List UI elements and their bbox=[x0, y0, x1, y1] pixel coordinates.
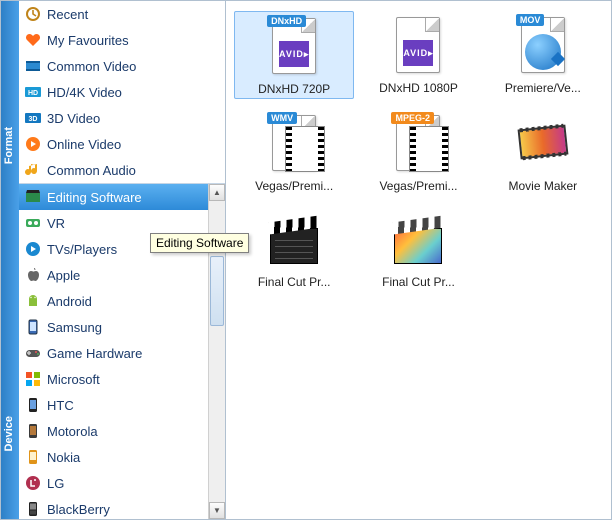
sidebar-item-label: Editing Software bbox=[47, 190, 142, 205]
audio-icon bbox=[25, 162, 41, 178]
format-item-label: Premiere/Ve... bbox=[505, 81, 581, 95]
format-thumb-icon: WMV bbox=[262, 111, 326, 175]
sidebar-item-label: BlackBerry bbox=[47, 502, 110, 517]
sidebar-item-label: Common Audio bbox=[47, 163, 136, 178]
sidebar-item-motorola[interactable]: Motorola bbox=[19, 418, 208, 444]
blackberry-icon bbox=[25, 501, 41, 517]
sidebar-item-microsoft[interactable]: Microsoft bbox=[19, 366, 208, 392]
sidebar-item-game-hardware[interactable]: Game Hardware bbox=[19, 340, 208, 366]
sidebar-item-label: Samsung bbox=[47, 320, 102, 335]
sidebar-item-label: HTC bbox=[47, 398, 74, 413]
apple-icon bbox=[25, 267, 41, 283]
format-item-label: Movie Maker bbox=[508, 179, 577, 193]
3d-icon: 3D bbox=[25, 110, 41, 126]
sidebar-item-lg[interactable]: LG bbox=[19, 470, 208, 496]
online-icon bbox=[25, 136, 41, 152]
scroll-thumb[interactable] bbox=[210, 256, 224, 326]
format-item-premiere-ve-[interactable]: MOV Premiere/Ve... bbox=[483, 11, 603, 99]
scroll-up-button[interactable]: ▲ bbox=[209, 184, 225, 201]
format-item-dnxhd-720p[interactable]: AVID▸DNxHD DNxHD 720P bbox=[234, 11, 354, 99]
sidebar-item-recent[interactable]: Recent bbox=[19, 1, 225, 27]
sidebar-item-editing-software[interactable]: Editing Software bbox=[19, 184, 208, 210]
vr-icon bbox=[25, 215, 41, 231]
sidebar-item-label: HD/4K Video bbox=[47, 85, 122, 100]
format-item-final-cut-pr-[interactable]: Final Cut Pr... bbox=[358, 205, 478, 291]
format-thumb-icon bbox=[511, 111, 575, 175]
format-item-label: Final Cut Pr... bbox=[258, 275, 331, 289]
tab-format[interactable]: Format bbox=[1, 121, 19, 170]
svg-text:3D: 3D bbox=[29, 116, 38, 123]
left-panel: Format Device Recent My Favourites Common … bbox=[1, 1, 226, 519]
lg-icon bbox=[25, 475, 41, 491]
sidebar-item-apple[interactable]: Apple bbox=[19, 262, 208, 288]
tv-icon bbox=[25, 241, 41, 257]
sidebar-item-my-favourites[interactable]: My Favourites bbox=[19, 27, 225, 53]
sidebar-item-label: Apple bbox=[47, 268, 80, 283]
format-item-dnxhd-1080p[interactable]: AVID▸ DNxHD 1080P bbox=[358, 11, 478, 99]
sidebar-item-label: Common Video bbox=[47, 59, 136, 74]
motorola-icon bbox=[25, 423, 41, 439]
format-thumb-icon: AVID▸DNxHD bbox=[262, 14, 326, 78]
format-thumb-icon: MPEG-2 bbox=[386, 111, 450, 175]
sidebar-item-label: TVs/Players bbox=[47, 242, 117, 257]
format-thumb-icon: AVID▸ bbox=[386, 13, 450, 77]
microsoft-icon bbox=[25, 371, 41, 387]
nokia-icon bbox=[25, 449, 41, 465]
sidebar-item-label: Recent bbox=[47, 7, 88, 22]
vertical-tab-strip: Format Device bbox=[1, 1, 19, 519]
format-grid: AVID▸DNxHD DNxHD 720P AVID▸ DNxHD 1080P MOV P… bbox=[234, 11, 603, 291]
edit-icon bbox=[25, 189, 41, 205]
format-item-movie-maker[interactable]: Movie Maker bbox=[483, 109, 603, 195]
sidebar-item-label: LG bbox=[47, 476, 64, 491]
sidebar-item-htc[interactable]: HTC bbox=[19, 392, 208, 418]
samsung-icon bbox=[25, 319, 41, 335]
sidebar-item-blackberry[interactable]: BlackBerry bbox=[19, 496, 208, 519]
format-item-final-cut-pr-[interactable]: Final Cut Pr... bbox=[234, 205, 354, 291]
format-thumb-icon bbox=[262, 207, 326, 271]
sidebar-item-label: Motorola bbox=[47, 424, 98, 439]
sidebar-item-online-video[interactable]: Online Video bbox=[19, 131, 225, 157]
sidebar-item-3d-video[interactable]: 3D 3D Video bbox=[19, 105, 225, 131]
tooltip: Editing Software bbox=[150, 233, 249, 253]
clock-icon bbox=[25, 6, 41, 22]
format-item-label: Vegas/Premi... bbox=[379, 179, 457, 193]
sidebar-item-label: Nokia bbox=[47, 450, 80, 465]
format-thumb-icon: MOV bbox=[511, 13, 575, 77]
cvideo-icon bbox=[25, 58, 41, 74]
svg-text:HD: HD bbox=[28, 90, 38, 97]
heart-icon bbox=[25, 32, 41, 48]
sidebar-item-label: VR bbox=[47, 216, 65, 231]
tab-device[interactable]: Device bbox=[1, 410, 19, 457]
game-icon bbox=[25, 345, 41, 361]
format-grid-panel: AVID▸DNxHD DNxHD 720P AVID▸ DNxHD 1080P MOV P… bbox=[226, 1, 611, 519]
sidebar-top-section: Recent My Favourites Common Video HD HD/4K V… bbox=[19, 1, 225, 183]
format-item-vegas-premi-[interactable]: MPEG-2 Vegas/Premi... bbox=[358, 109, 478, 195]
htc-icon bbox=[25, 397, 41, 413]
format-item-label: Final Cut Pr... bbox=[382, 275, 455, 289]
scroll-down-button[interactable]: ▼ bbox=[209, 502, 225, 519]
sidebar-item-common-video[interactable]: Common Video bbox=[19, 53, 225, 79]
android-icon bbox=[25, 293, 41, 309]
sidebar-item-common-audio[interactable]: Common Audio bbox=[19, 157, 225, 183]
format-item-label: DNxHD 720P bbox=[258, 82, 330, 96]
sidebar-item-label: Microsoft bbox=[47, 372, 100, 387]
sidebar-item-hd-4k-video[interactable]: HD HD/4K Video bbox=[19, 79, 225, 105]
format-item-vegas-premi-[interactable]: WMV Vegas/Premi... bbox=[234, 109, 354, 195]
sidebar-item-samsung[interactable]: Samsung bbox=[19, 314, 208, 340]
sidebar-item-label: My Favourites bbox=[47, 33, 129, 48]
hd-icon: HD bbox=[25, 84, 41, 100]
sidebar-item-label: Game Hardware bbox=[47, 346, 142, 361]
format-picker-window: Format Device Recent My Favourites Common … bbox=[0, 0, 612, 520]
sidebar-item-label: Android bbox=[47, 294, 92, 309]
format-item-label: Vegas/Premi... bbox=[255, 179, 333, 193]
sidebar: Recent My Favourites Common Video HD HD/4K V… bbox=[19, 1, 225, 519]
format-item-label: DNxHD 1080P bbox=[379, 81, 458, 95]
sidebar-item-nokia[interactable]: Nokia bbox=[19, 444, 208, 470]
sidebar-item-label: Online Video bbox=[47, 137, 121, 152]
sidebar-item-label: 3D Video bbox=[47, 111, 100, 126]
format-thumb-icon bbox=[386, 207, 450, 271]
sidebar-item-android[interactable]: Android bbox=[19, 288, 208, 314]
